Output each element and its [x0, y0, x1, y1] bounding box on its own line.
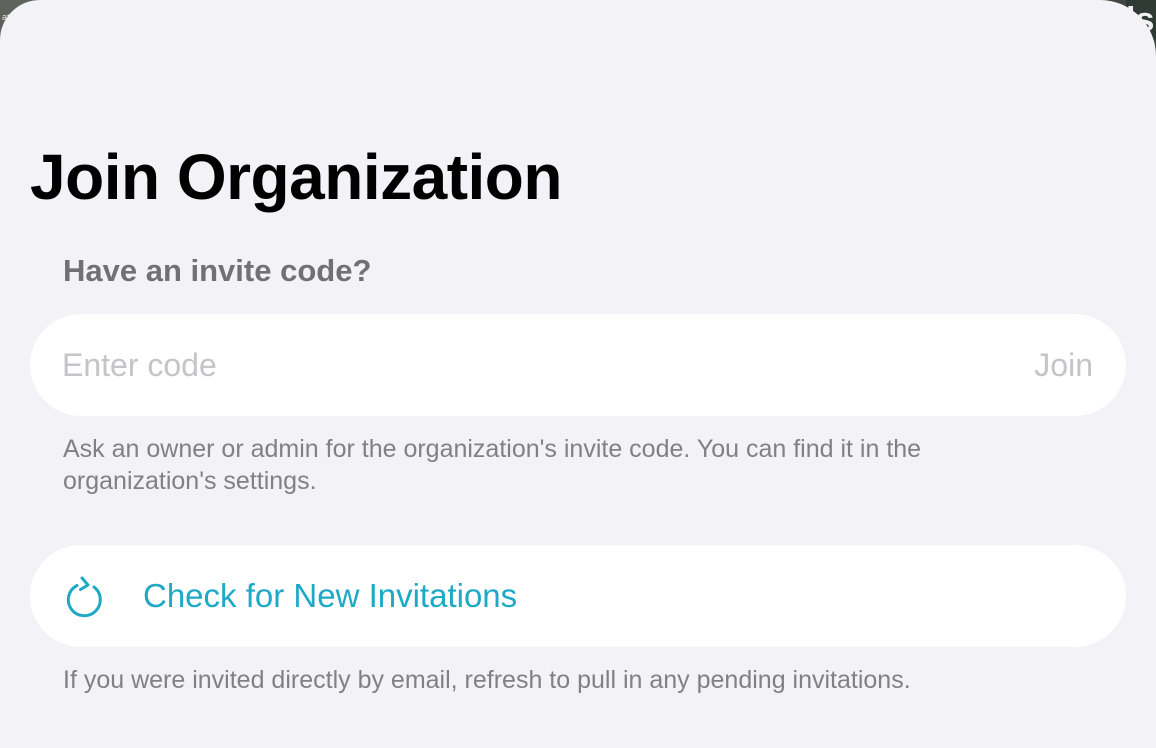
- refresh-icon: [66, 576, 102, 618]
- invitations-helper-text: If you were invited directly by email, r…: [63, 666, 911, 694]
- join-organization-sheet: Join Organization Have an invite code? J…: [0, 0, 1156, 748]
- invite-code-field-row: Join: [30, 314, 1126, 416]
- invite-code-section-label: Have an invite code?: [63, 253, 372, 288]
- page-title: Join Organization: [30, 141, 562, 213]
- check-invitations-button[interactable]: Check for New Invitations: [30, 545, 1126, 647]
- invite-code-input[interactable]: [62, 314, 962, 416]
- invite-code-helper-text: Ask an owner or admin for the organizati…: [63, 435, 922, 495]
- check-invitations-label: Check for New Invitations: [143, 577, 518, 614]
- join-button[interactable]: Join: [1034, 314, 1093, 416]
